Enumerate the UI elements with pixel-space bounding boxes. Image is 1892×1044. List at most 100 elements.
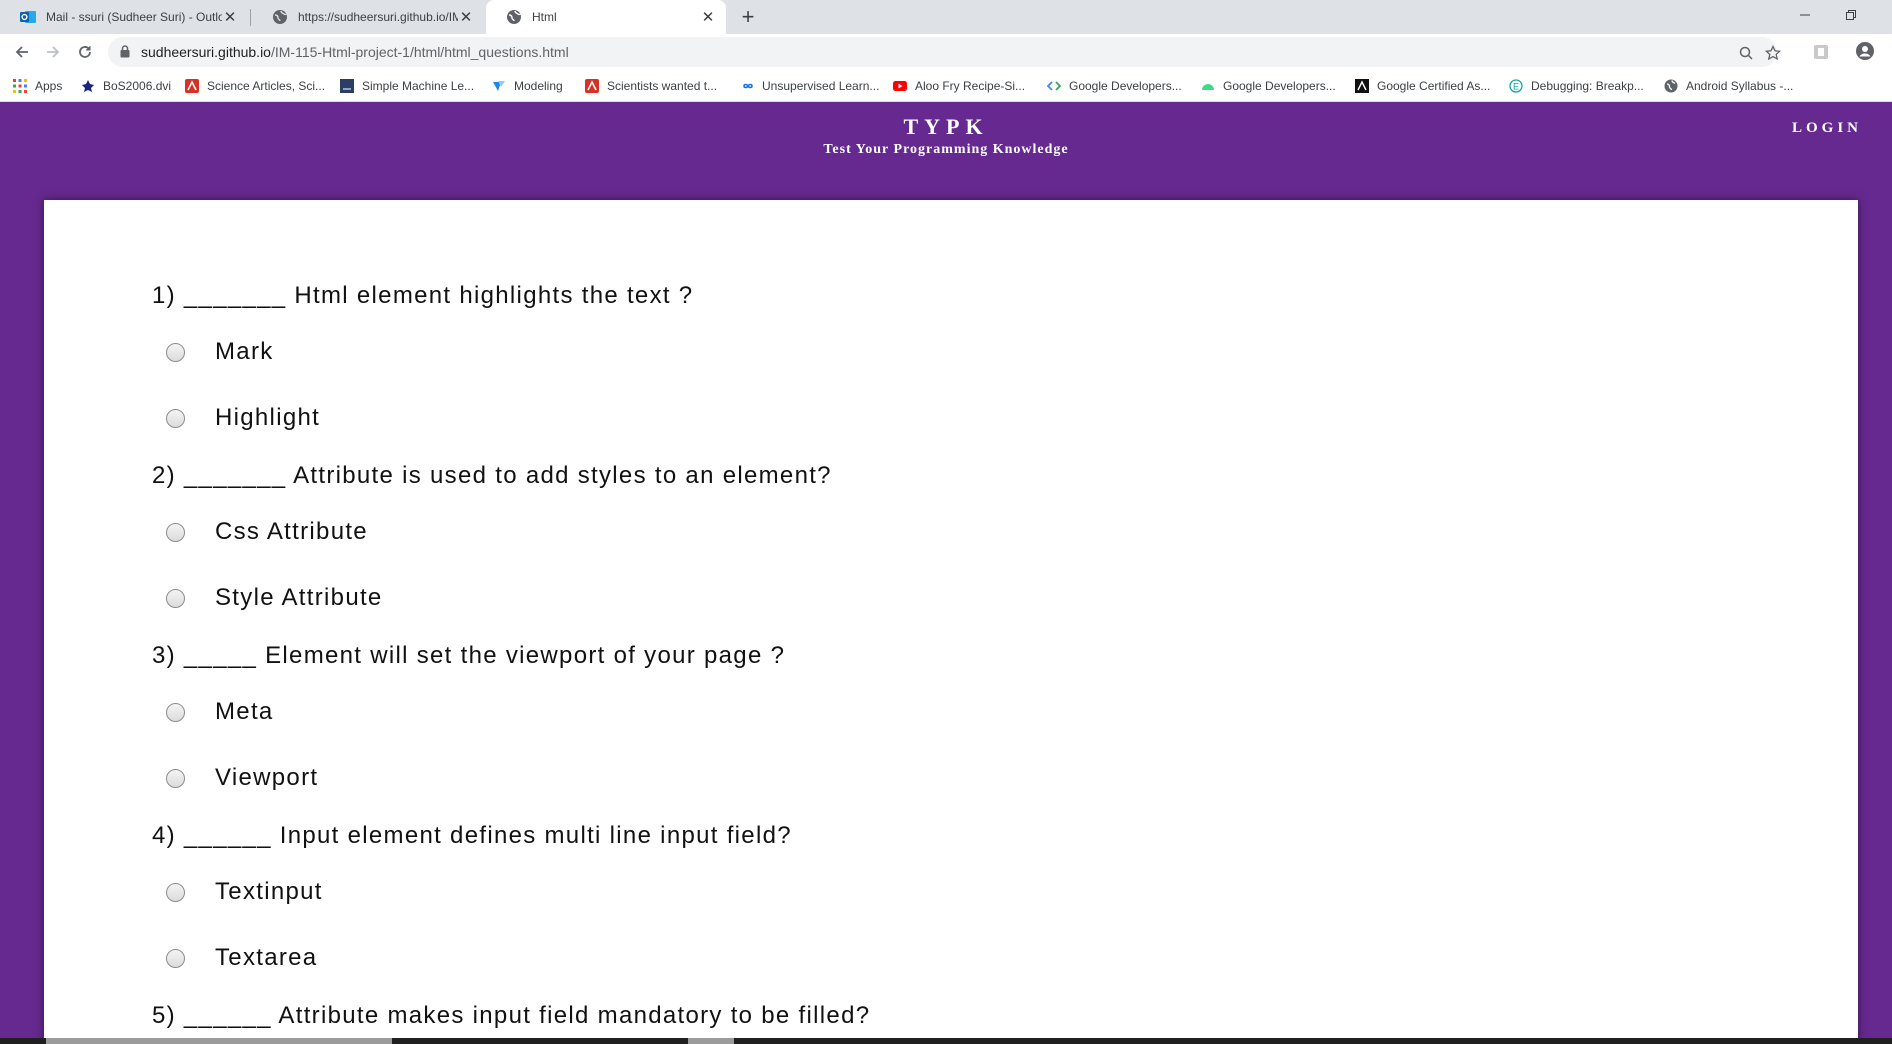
bookmark-label: Debugging: Breakp... [1531, 79, 1644, 93]
bookmark-apps[interactable]: Apps [13, 76, 62, 96]
tab-html-active[interactable]: Html ✕ [486, 0, 726, 34]
bookmark-label: Scientists wanted t... [607, 79, 718, 93]
address-bar[interactable]: sudheersuri.github.io/IM-115-Html-projec… [108, 37, 1781, 67]
bookmark-label: Science Articles, Sci... [207, 79, 326, 93]
bookmark-label: Apps [35, 79, 63, 93]
bookmark-unsupervised[interactable]: Unsupervised Learn... [740, 76, 879, 96]
bookmark-science-articles[interactable]: Science Articles, Sci... [185, 76, 325, 96]
option-label: Style Attribute [215, 584, 383, 611]
login-link[interactable]: LOGIN [1792, 120, 1862, 137]
restore-icon[interactable] [1828, 0, 1874, 30]
dvi-icon [81, 79, 95, 93]
lock-icon [120, 45, 130, 63]
question-5: 5) ______ Attribute makes input field ma… [152, 1002, 871, 1029]
modeling-icon [492, 79, 506, 93]
new-tab-button[interactable]: + [736, 4, 760, 29]
option-mark[interactable]: Mark [166, 338, 274, 366]
back-button[interactable] [10, 40, 34, 64]
bookmark-modeling[interactable]: Modeling [492, 76, 563, 96]
bookmark-label: Aloo Fry Recipe-Si... [915, 79, 1026, 93]
bookmark-scientists-wanted[interactable]: Scientists wanted t... [585, 76, 717, 96]
option-style-attribute[interactable]: Style Attribute [166, 584, 383, 612]
site-logo[interactable]: TYPK [0, 114, 1892, 140]
scrollbar-thumb[interactable] [46, 1038, 392, 1044]
tab-outlook[interactable]: Mail - ssuri (Sudheer Suri) - Outlook ✕ [0, 0, 248, 34]
option-label: Css Attribute [215, 518, 368, 545]
tab-title: https://sudheersuri.github.io/IM-115-Htm… [298, 10, 458, 24]
extension-icon[interactable] [1812, 43, 1830, 61]
bookmarks-bar: Apps BoS2006.dvi Science Articles, Sci..… [0, 70, 1892, 102]
bookmark-label: BoS2006.dvi [103, 79, 172, 93]
android-icon [1201, 79, 1215, 93]
close-icon[interactable]: ✕ [458, 8, 474, 26]
science-icon [585, 79, 599, 93]
option-label: Textarea [215, 944, 318, 971]
horizontal-scrollbar[interactable] [0, 1038, 1892, 1044]
tab-strip: Mail - ssuri (Sudheer Suri) - Outlook ✕ … [0, 0, 1892, 34]
scrollbar-thumb-secondary [688, 1038, 734, 1044]
option-css-attribute[interactable]: Css Attribute [166, 518, 368, 546]
bookmark-label: Modeling [514, 79, 563, 93]
option-viewport[interactable]: Viewport [166, 764, 318, 792]
option-meta[interactable]: Meta [166, 698, 274, 726]
radio-button[interactable] [166, 588, 185, 608]
option-textinput[interactable]: Textinput [166, 878, 323, 906]
url-host: sudheersuri.github.io [141, 44, 271, 60]
tab-github-project[interactable]: https://sudheersuri.github.io/IM-115-Htm… [252, 0, 484, 34]
close-icon[interactable]: ✕ [700, 8, 716, 26]
bookmark-debugging[interactable]: E Debugging: Breakp... [1509, 76, 1644, 96]
forward-button[interactable] [41, 40, 65, 64]
radio-button[interactable] [166, 342, 185, 362]
question-4: 4) ______ Input element defines multi li… [152, 822, 792, 849]
e-icon: E [1509, 79, 1523, 93]
code-icon [1047, 79, 1061, 93]
close-icon[interactable]: ✕ [222, 8, 238, 26]
site-tagline: Test Your Programming Knowledge [823, 142, 1069, 157]
radio-button[interactable] [166, 408, 185, 428]
reload-button[interactable] [73, 40, 97, 64]
bookmark-google-developers-1[interactable]: Google Developers... [1047, 76, 1182, 96]
tab-title: Mail - ssuri (Sudheer Suri) - Outlook [46, 10, 222, 24]
bookmark-bos2006[interactable]: BoS2006.dvi [81, 76, 171, 96]
globe-icon [506, 9, 522, 25]
radio-button[interactable] [166, 522, 185, 542]
bookmark-google-developers-2[interactable]: Google Developers... [1201, 76, 1336, 96]
globe-icon [1664, 79, 1678, 93]
brand: TYPK Test Your Programming Knowledge [0, 114, 1892, 158]
star-icon[interactable] [1764, 44, 1782, 62]
cert-icon [1355, 79, 1369, 93]
option-label: Viewport [215, 764, 319, 791]
option-label: Mark [215, 338, 274, 365]
bookmark-aloo-fry[interactable]: Aloo Fry Recipe-Si... [893, 76, 1025, 96]
radio-button[interactable] [166, 702, 185, 722]
minimize-icon[interactable] [1782, 0, 1828, 30]
bookmark-label: Google Developers... [1223, 79, 1336, 93]
bookmark-simple-machine[interactable]: Simple Machine Le... [340, 76, 474, 96]
outlook-icon [20, 9, 36, 25]
bookmark-label: Simple Machine Le... [362, 79, 475, 93]
option-label: Highlight [215, 404, 321, 431]
bookmark-label: Google Developers... [1069, 79, 1182, 93]
bookmark-label: Android Syllabus -... [1686, 79, 1794, 93]
profile-avatar-icon[interactable] [1856, 42, 1874, 60]
svg-text:E: E [1513, 82, 1519, 92]
option-highlight[interactable]: Highlight [166, 404, 320, 432]
radio-button[interactable] [166, 768, 185, 788]
question-2: 2) _______ Attribute is used to add styl… [152, 462, 832, 489]
zoom-icon[interactable] [1737, 44, 1755, 62]
option-label: Textinput [215, 878, 323, 905]
page-icon [340, 79, 354, 93]
apps-grid-icon [13, 79, 27, 93]
science-icon [185, 79, 199, 93]
bookmark-label: Google Certified As... [1377, 79, 1491, 93]
question-1: 1) _______ Html element highlights the t… [152, 282, 694, 309]
youtube-icon [893, 79, 907, 93]
globe-icon [272, 9, 288, 25]
tab-separator [250, 9, 251, 26]
option-textarea[interactable]: Textarea [166, 944, 317, 972]
bookmark-google-certified[interactable]: Google Certified As... [1355, 76, 1490, 96]
radio-button[interactable] [166, 882, 185, 902]
bookmark-android-syllabus[interactable]: Android Syllabus -... [1664, 76, 1793, 96]
tab-title: Html [532, 10, 557, 24]
radio-button[interactable] [166, 948, 185, 968]
